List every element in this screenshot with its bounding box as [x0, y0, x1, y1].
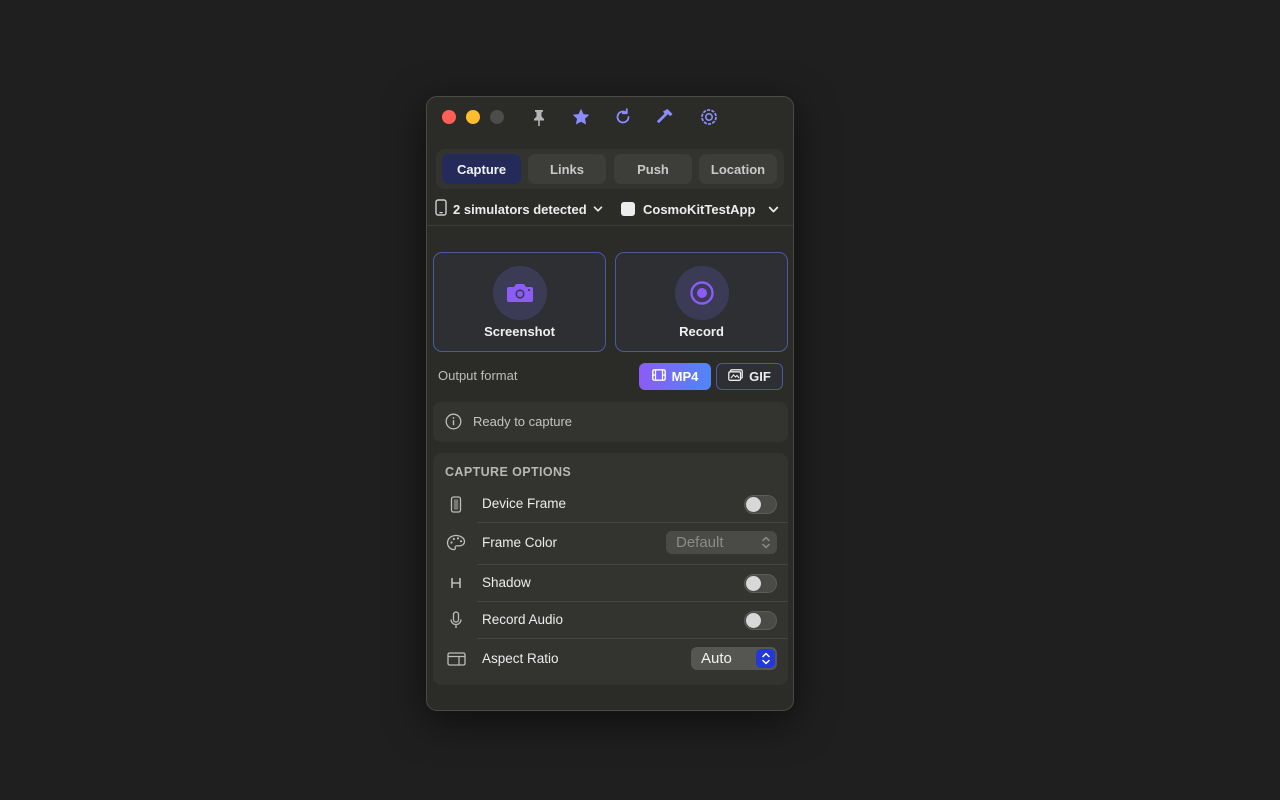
refresh-icon[interactable]	[612, 106, 634, 128]
microphone-icon	[446, 610, 466, 630]
record-button[interactable]: Record	[615, 252, 788, 352]
camera-icon	[492, 266, 547, 320]
palette-icon	[446, 533, 466, 553]
record-audio-toggle[interactable]	[744, 611, 777, 630]
record-label: Record	[679, 324, 724, 339]
screenshot-label: Screenshot	[484, 324, 555, 339]
simulator-count-label: 2 simulators detected	[453, 201, 587, 217]
device-frame-icon	[446, 494, 466, 514]
simulator-picker[interactable]: 2 simulators detected	[435, 198, 603, 220]
device-frame-toggle[interactable]	[744, 495, 777, 514]
aspect-ratio-label: Aspect Ratio	[482, 651, 559, 666]
option-record-audio: Record Audio	[433, 602, 788, 638]
zoom-window-button[interactable]	[490, 110, 504, 124]
simulator-bar: 2 simulators detected CosmoKitTestApp	[427, 193, 793, 226]
minimize-window-button[interactable]	[466, 110, 480, 124]
info-icon	[445, 413, 462, 435]
tab-location[interactable]: Location	[699, 154, 777, 184]
shadow-toggle[interactable]	[744, 574, 777, 593]
frame-color-label: Frame Color	[482, 535, 558, 550]
capture-options-header: CAPTURE OPTIONS	[445, 465, 572, 479]
aspect-ratio-select[interactable]: Auto	[691, 647, 777, 670]
format-gif-label: GIF	[749, 369, 771, 384]
app-picker[interactable]: CosmoKitTestApp	[621, 198, 781, 220]
close-window-button[interactable]	[442, 110, 456, 124]
option-frame-color: Frame Color Default	[433, 525, 788, 561]
app-icon	[621, 202, 635, 216]
record-audio-label: Record Audio	[482, 612, 564, 627]
chevron-down-icon	[593, 202, 603, 217]
option-device-frame: Device Frame	[433, 486, 788, 522]
screenshot-button[interactable]: Screenshot	[433, 252, 606, 352]
updown-chevron-icon	[756, 649, 775, 668]
tab-bar: Capture Links Push Location	[436, 149, 784, 189]
updown-chevron-icon	[761, 535, 771, 554]
toggle-knob	[746, 576, 761, 591]
shadow-label: Shadow	[482, 575, 531, 590]
output-format-label: Output format	[438, 368, 518, 383]
app-name-label: CosmoKitTestApp	[643, 201, 756, 217]
hammer-icon[interactable]	[654, 106, 676, 128]
tab-capture[interactable]: Capture	[442, 154, 521, 184]
pin-icon[interactable]	[528, 106, 550, 128]
toggle-knob	[746, 613, 761, 628]
frame-color-value: Default	[676, 534, 724, 551]
status-panel: Ready to capture	[433, 402, 788, 442]
aspect-ratio-icon	[446, 649, 466, 669]
format-mp4-button[interactable]: MP4	[639, 363, 711, 390]
settings-icon[interactable]	[698, 106, 720, 128]
film-icon	[651, 369, 666, 384]
option-aspect-ratio: Aspect Ratio Auto	[433, 641, 788, 677]
status-text: Ready to capture	[473, 414, 573, 429]
capture-options-panel: CAPTURE OPTIONS Device Frame Frame Color…	[433, 453, 788, 685]
tab-push[interactable]: Push	[614, 154, 692, 184]
aspect-ratio-value: Auto	[701, 650, 732, 667]
toggle-knob	[746, 497, 761, 512]
gif-icon	[728, 369, 744, 384]
phone-icon	[435, 199, 447, 219]
chevron-down-icon	[768, 203, 779, 218]
format-mp4-label: MP4	[671, 369, 699, 384]
app-window: Capture Links Push Location 2 simulators…	[426, 96, 794, 711]
divider	[477, 638, 788, 639]
star-icon[interactable]	[570, 106, 592, 128]
title-bar	[427, 97, 793, 137]
option-shadow: Shadow	[433, 565, 788, 601]
device-frame-label: Device Frame	[482, 496, 567, 511]
format-gif-button[interactable]: GIF	[716, 363, 783, 390]
shadow-icon	[446, 573, 466, 593]
frame-color-select[interactable]: Default	[666, 531, 777, 554]
record-icon	[674, 266, 729, 320]
divider	[477, 522, 788, 523]
tab-links[interactable]: Links	[528, 154, 606, 184]
